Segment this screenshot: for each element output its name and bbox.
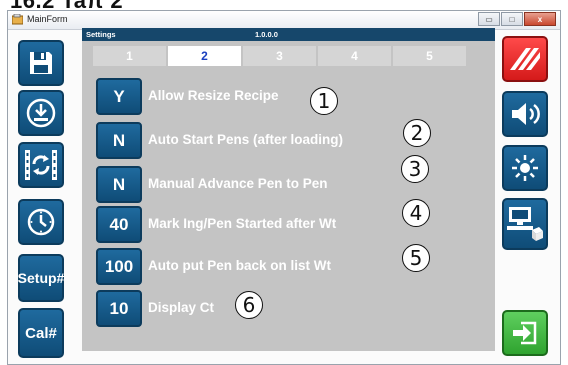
tab-3[interactable]: 3 — [243, 46, 316, 66]
panel-header: Settings 1.0.0.0 — [82, 28, 495, 41]
callout-3: 3 — [401, 155, 429, 183]
setting-value-button[interactable]: Y — [96, 78, 142, 115]
download-button[interactable] — [18, 90, 64, 136]
callout-2: 2 — [403, 119, 431, 147]
setting-label: Display Ct — [148, 300, 215, 315]
computer-icon — [507, 207, 543, 241]
speaker-icon — [512, 103, 540, 125]
settings-panel: Settings 1.0.0.0 1 2 3 4 5 Y Allow Resiz… — [82, 28, 495, 351]
setting-value-button[interactable]: 10 — [96, 290, 142, 327]
tab-1[interactable]: 1 — [93, 46, 166, 66]
maximize-button[interactable]: □ — [501, 12, 523, 26]
tab-4[interactable]: 4 — [318, 46, 391, 66]
brightness-icon — [512, 155, 538, 181]
setting-value-button[interactable]: N — [96, 122, 142, 159]
callout-1: 1 — [310, 87, 338, 115]
sync-button[interactable] — [18, 142, 64, 188]
setting-label: Manual Advance Pen to Pen — [148, 176, 328, 191]
clock-button[interactable] — [18, 199, 64, 245]
setup-button[interactable]: Setup# — [18, 254, 64, 302]
app-icon — [12, 14, 23, 25]
enter-arrow-icon — [513, 321, 537, 345]
window-title: MainForm — [27, 14, 68, 24]
volume-button[interactable] — [502, 91, 548, 137]
setting-label: Auto Start Pens (after loading) — [148, 132, 344, 147]
setting-label: Allow Resize Recipe — [148, 88, 279, 103]
setting-value-button[interactable]: 100 — [96, 248, 142, 285]
tab-2[interactable]: 2 — [168, 46, 241, 66]
sync-icon — [25, 150, 57, 180]
setting-value-button[interactable]: 40 — [96, 206, 142, 243]
enter-button[interactable] — [502, 310, 548, 356]
cal-button[interactable]: Cal# — [18, 308, 64, 358]
stop-button[interactable] — [502, 36, 548, 82]
setting-label: Mark Ing/Pen Started after Wt — [148, 216, 337, 231]
setting-label: Auto put Pen back on list Wt — [148, 258, 331, 273]
callout-6: 6 — [235, 291, 263, 319]
tab-5[interactable]: 5 — [393, 46, 466, 66]
save-icon — [30, 52, 52, 74]
download-icon — [26, 98, 56, 128]
clock-icon — [27, 208, 55, 236]
computer-button[interactable] — [502, 198, 548, 250]
version-label: 1.0.0.0 — [255, 30, 278, 39]
panel-title: Settings — [86, 30, 116, 39]
stop-stripes-icon — [510, 48, 540, 70]
brightness-button[interactable] — [502, 145, 548, 191]
minimize-button[interactable]: ▭ — [478, 12, 500, 26]
tab-bar: 1 2 3 4 5 — [93, 46, 468, 66]
callout-4: 4 — [402, 199, 430, 227]
setting-value-button[interactable]: N — [96, 166, 142, 203]
callout-5: 5 — [402, 244, 430, 272]
close-button[interactable]: x — [524, 12, 556, 26]
save-button[interactable] — [18, 40, 64, 86]
